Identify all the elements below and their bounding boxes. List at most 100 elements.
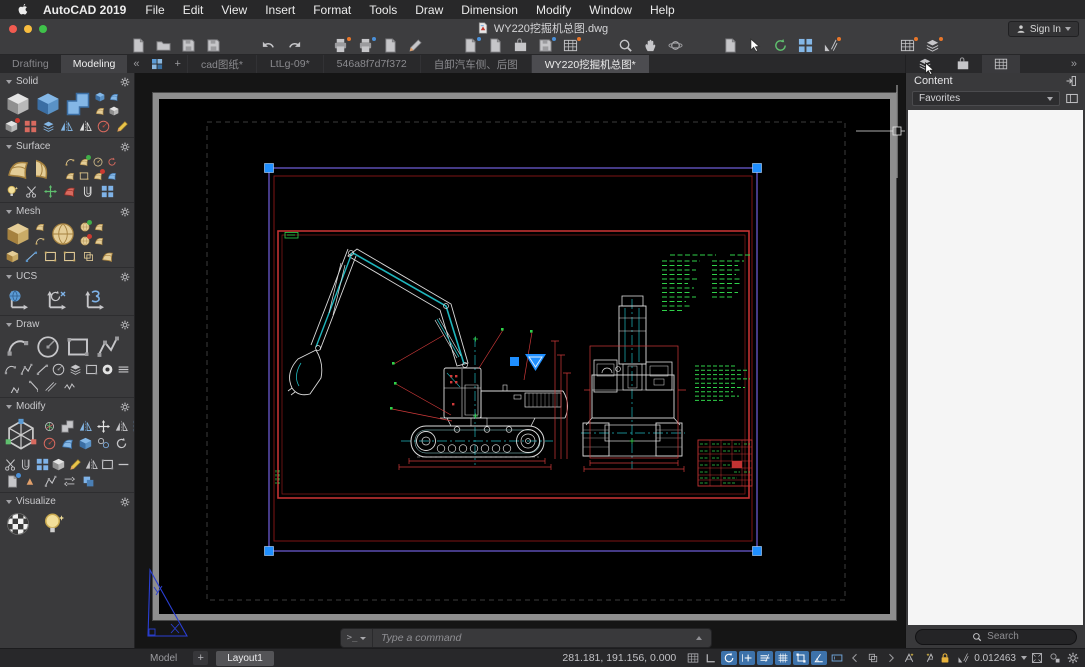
solid-loft-tool[interactable] bbox=[108, 105, 120, 117]
tab-grid-palette[interactable] bbox=[982, 55, 1020, 73]
modify-explode-tool[interactable] bbox=[52, 457, 65, 472]
menu-draw[interactable]: Draw bbox=[406, 3, 452, 17]
draw-line-tool[interactable] bbox=[36, 362, 49, 377]
modify-trim-tool[interactable] bbox=[4, 457, 17, 472]
solid-presspull-tool[interactable] bbox=[94, 91, 106, 103]
selection-cycle-left-icon[interactable] bbox=[847, 651, 863, 665]
surface-sculpt-tool[interactable] bbox=[106, 170, 118, 182]
mesh-revolve-tool[interactable] bbox=[34, 221, 46, 233]
save-as-button[interactable] bbox=[205, 38, 222, 54]
draw-multiline-tool[interactable] bbox=[117, 362, 130, 377]
mesh-collapse-tool[interactable] bbox=[80, 249, 96, 264]
redo-button[interactable] bbox=[285, 38, 302, 54]
surface-patch-tool[interactable] bbox=[78, 156, 90, 168]
surface-cv-add-tool[interactable] bbox=[42, 184, 58, 199]
mesh-smooth-more-tool[interactable] bbox=[79, 221, 91, 233]
draw-polyline-tool[interactable] bbox=[4, 333, 31, 360]
mesh-close-hole-tool[interactable] bbox=[61, 249, 77, 264]
undo-button[interactable] bbox=[260, 38, 277, 54]
menu-edit[interactable]: Edit bbox=[174, 3, 213, 17]
annotation-scale-value[interactable]: 0.012463 bbox=[974, 653, 1016, 664]
modify-edit-spline-tool[interactable] bbox=[42, 474, 58, 489]
orbit-tool[interactable] bbox=[667, 38, 684, 54]
surface-network-tool[interactable] bbox=[4, 155, 31, 182]
draw-helix-tool[interactable] bbox=[69, 362, 82, 377]
draw-spline-tool[interactable] bbox=[20, 362, 33, 377]
ortho-mode-icon[interactable] bbox=[703, 651, 719, 665]
modify-copy-nested-tool[interactable] bbox=[80, 474, 96, 489]
document-tab-3[interactable]: 546a8f7d7f372 bbox=[323, 55, 420, 73]
draw-polygon-tool[interactable] bbox=[85, 362, 98, 377]
surface-untrim-tool[interactable] bbox=[78, 170, 90, 182]
solid-wedge-tool[interactable] bbox=[59, 119, 74, 134]
draw-arc-tool[interactable] bbox=[4, 362, 17, 377]
annotation-visibility-icon[interactable] bbox=[901, 651, 917, 665]
mesh-crease-tool[interactable] bbox=[93, 221, 105, 233]
solid-polysolid-tool[interactable] bbox=[4, 119, 19, 134]
modify-match-properties-tool[interactable] bbox=[4, 474, 20, 489]
gear-icon[interactable] bbox=[120, 142, 130, 152]
pan-tool[interactable] bbox=[642, 38, 659, 54]
panel-draw-header[interactable]: Draw bbox=[4, 318, 130, 331]
modify-3d-rotate-tool[interactable] bbox=[41, 419, 57, 434]
surface-blend-tool[interactable] bbox=[64, 156, 76, 168]
save-to-web-button[interactable] bbox=[537, 38, 554, 54]
surface-analysis-tool[interactable] bbox=[4, 184, 20, 199]
ucs-3point-tool[interactable] bbox=[80, 285, 107, 312]
collapse-tabs-button[interactable]: « bbox=[127, 55, 145, 73]
command-prompt-icon[interactable]: >_ bbox=[341, 629, 373, 647]
mesh-refine-tool[interactable] bbox=[93, 235, 105, 247]
drawing-canvas[interactable] bbox=[135, 73, 905, 648]
mesh-smooth-object-tool[interactable] bbox=[49, 220, 76, 247]
attach-reference-button[interactable] bbox=[512, 38, 529, 54]
surface-fillet-tool[interactable] bbox=[106, 156, 118, 168]
save-button[interactable] bbox=[180, 38, 197, 54]
modify-fillet-edge-tool[interactable] bbox=[59, 436, 75, 451]
regen-tool[interactable] bbox=[772, 38, 789, 54]
tab-reference-palette[interactable] bbox=[944, 55, 982, 73]
surface-convert-tool[interactable] bbox=[99, 184, 115, 199]
modify-stretch-tool[interactable] bbox=[101, 457, 114, 472]
modify-rotate-tool[interactable] bbox=[113, 436, 129, 451]
import-button[interactable] bbox=[462, 38, 479, 54]
menu-file[interactable]: File bbox=[136, 3, 173, 17]
apple-menu-icon[interactable] bbox=[16, 3, 29, 16]
workspace-tab-modeling[interactable]: Modeling bbox=[61, 55, 128, 73]
menu-view[interactable]: View bbox=[212, 3, 256, 17]
layout-grid-icon[interactable] bbox=[146, 55, 169, 73]
menu-tools[interactable]: Tools bbox=[360, 3, 406, 17]
solid-slice-tool[interactable] bbox=[41, 119, 56, 134]
gear-icon[interactable] bbox=[120, 272, 130, 282]
palette-overflow-button[interactable]: » bbox=[1063, 55, 1085, 73]
mesh-split-tool[interactable] bbox=[4, 249, 20, 264]
plot-button[interactable] bbox=[332, 38, 349, 54]
surface-cv-remove-tool[interactable] bbox=[61, 184, 77, 199]
modify-draw-order-tool[interactable] bbox=[23, 474, 39, 489]
panel-columns-icon[interactable] bbox=[1065, 92, 1079, 105]
mesh-smooth-less-tool[interactable] bbox=[79, 235, 91, 247]
chevron-down-icon[interactable] bbox=[1021, 656, 1027, 660]
draw-rectangle-tool[interactable] bbox=[64, 333, 91, 360]
command-line[interactable]: >_ Type a command bbox=[340, 628, 712, 648]
solid-subtract-tool[interactable] bbox=[22, 119, 37, 134]
sign-in-button[interactable]: Sign In bbox=[1008, 21, 1079, 37]
modify-mirror-tool[interactable] bbox=[113, 419, 129, 434]
batch-plot-button[interactable] bbox=[357, 38, 374, 54]
menu-dimension[interactable]: Dimension bbox=[452, 3, 527, 17]
document-tab-4[interactable]: 自卸汽车侧、后图 bbox=[420, 55, 531, 73]
surface-tools-tool[interactable] bbox=[23, 184, 39, 199]
panel-modify-header[interactable]: Modify bbox=[4, 400, 130, 413]
workspace-tab-drafting[interactable]: Drafting bbox=[0, 55, 61, 73]
mesh-box-tool[interactable] bbox=[4, 220, 31, 247]
modify-3d-mirror-tool[interactable] bbox=[77, 419, 93, 434]
surface-extract-curve-tool[interactable] bbox=[80, 184, 96, 199]
named-views-icon[interactable] bbox=[1029, 651, 1045, 665]
new-drawing-tab-button[interactable]: + bbox=[169, 55, 187, 73]
modify-array-rect-tool[interactable] bbox=[36, 457, 49, 472]
panel-solid-header[interactable]: Solid bbox=[4, 75, 130, 88]
draw-point-tool[interactable] bbox=[23, 379, 39, 394]
modify-chamfer-edge-tool[interactable] bbox=[77, 436, 93, 451]
draw-3d-polyline-tool[interactable] bbox=[94, 333, 121, 360]
gear-icon[interactable] bbox=[120, 207, 130, 217]
favorites-select[interactable]: Favorites bbox=[912, 91, 1060, 106]
